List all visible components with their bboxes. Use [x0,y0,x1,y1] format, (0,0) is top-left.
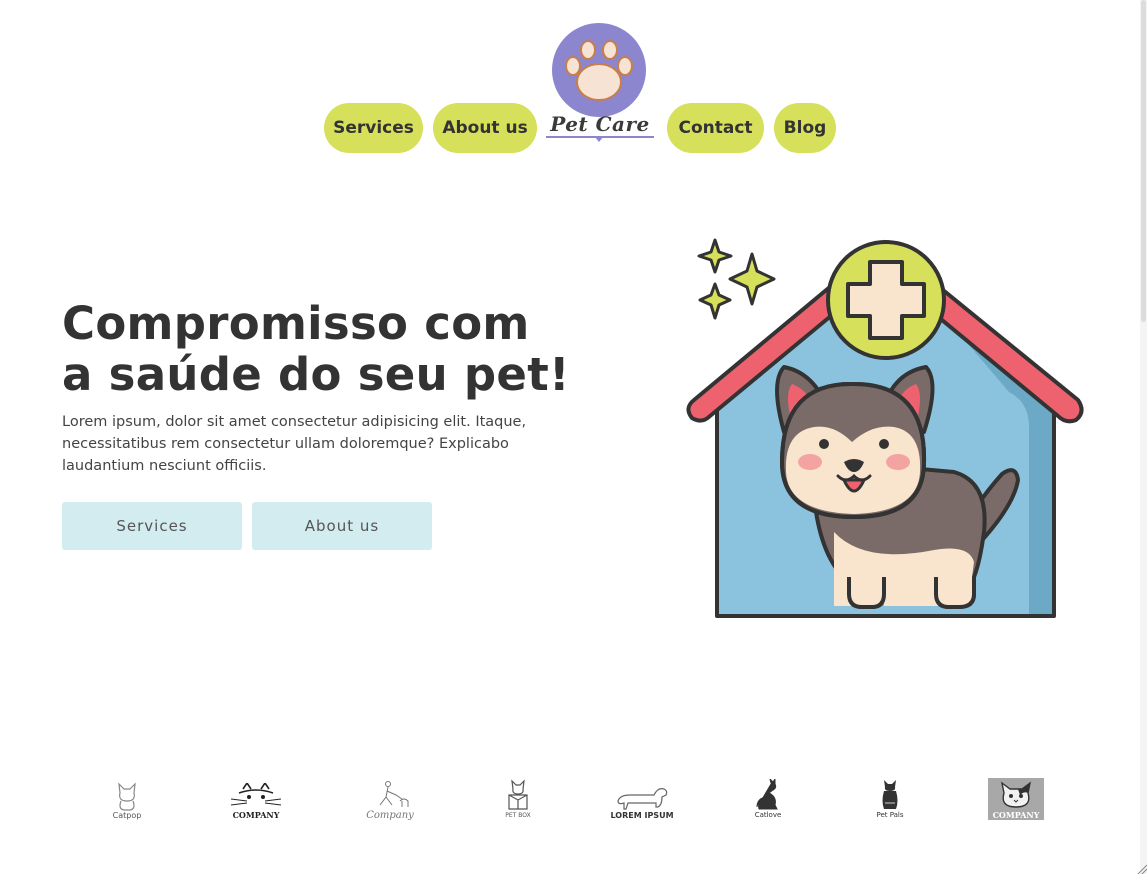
brand-text: Pet Pals [876,811,904,819]
cat-face-icon [230,783,282,806]
hero-title: Compromisso com a saúde do seu pet! [62,298,622,400]
sitting-cat-icon [882,780,898,809]
brand-text: COMPANY [992,810,1040,820]
dachshund-icon [617,788,668,810]
brand-logo-pet-box: PET BOX [502,776,534,820]
brand-text: Catpop [112,811,142,820]
brand-logo-company-cat: COMPANY [228,776,284,820]
brand-text: COMPANY [232,810,280,820]
nav-about-button[interactable]: About us [433,103,537,153]
brand-logo-lorem-ipsum: LOREM IPSUM [610,776,674,820]
sparkle-icon [697,238,776,320]
dog-house-illustration [686,238,1084,618]
brand-text: PET BOX [505,812,531,819]
brand-logo-company-walker: Company [360,776,420,821]
hero-services-button[interactable]: Services [62,502,242,550]
brand-logo-company-boxed: COMPANY [988,778,1044,820]
nav-services-button[interactable]: Services [324,103,423,153]
brand-logo-catlove: Catlove [750,776,786,820]
resize-grip-icon[interactable] [1135,862,1147,874]
hero-title-line1: Compromisso com [62,297,530,350]
vertical-scrollbar[interactable] [1140,0,1147,874]
cat-icon [118,782,136,811]
scrollbar-thumb[interactable] [1141,0,1146,322]
hero-about-button[interactable]: About us [252,502,432,550]
black-cat-icon [756,779,778,810]
brand-text: Company [366,810,414,821]
nav-contact-button[interactable]: Contact [667,103,764,153]
brand-text: LOREM IPSUM [610,811,674,820]
cat-face-icon [1000,781,1032,808]
hero-title-line2: a saúde do seu pet! [62,348,570,401]
brand-logo-pet-pals: Pet Pals [872,776,908,820]
hero-description: Lorem ipsum, dolor sit amet consectetur … [62,414,527,474]
nav-blog-button[interactable]: Blog [774,103,836,153]
logo-text: Pet Care [550,112,650,136]
brand-logo-catpop: Catpop [108,776,146,820]
dog-walker-icon [379,781,409,807]
cat-in-box-icon [508,779,528,810]
brand-text: Catlove [754,811,782,819]
pet-care-logo[interactable]: Pet Care [545,20,657,144]
